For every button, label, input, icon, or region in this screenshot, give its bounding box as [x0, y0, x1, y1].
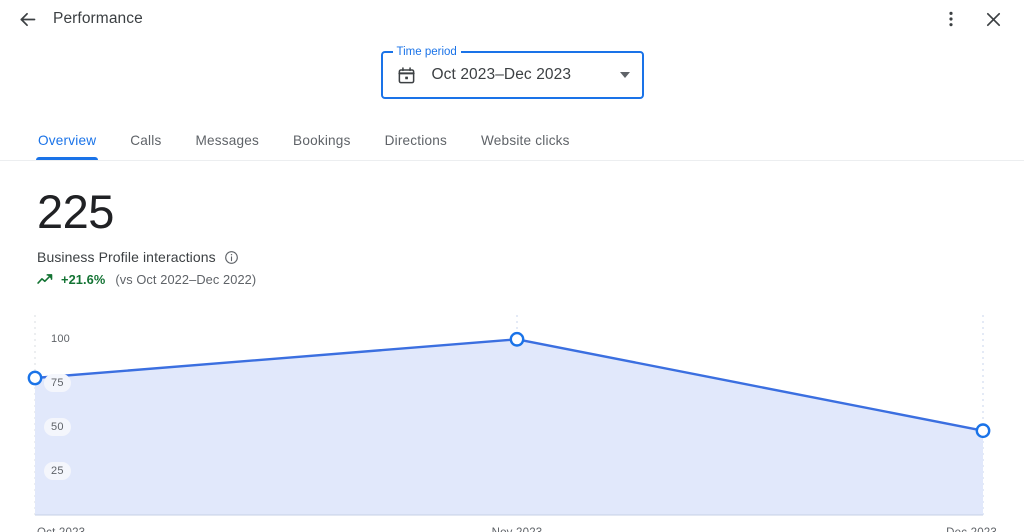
- metric-delta: +21.6%: [61, 272, 106, 287]
- time-period-value: Oct 2023–Dec 2023: [431, 66, 572, 83]
- metric-delta-row: +21.6% (vs Oct 2022–Dec 2022): [37, 272, 1024, 287]
- chart-y-tick-25: 25: [44, 462, 71, 481]
- app-bar: Performance: [0, 0, 1024, 38]
- chevron-down-icon: [619, 72, 630, 78]
- metric-value: 225: [37, 185, 114, 238]
- chart-y-tick-75: 75: [44, 374, 71, 393]
- tab-directions[interactable]: Directions: [385, 133, 447, 160]
- tab-website-clicks[interactable]: Website clicks: [481, 133, 570, 160]
- back-button[interactable]: [12, 4, 42, 34]
- time-period-legend: Time period: [392, 45, 461, 59]
- page-title: Performance: [53, 10, 143, 27]
- arrow-back-icon: [17, 9, 38, 30]
- chart-x-tick-dec-2023: Dec 2023: [946, 527, 997, 532]
- chart-point-oct-2023[interactable]: [27, 370, 43, 386]
- info-icon[interactable]: [224, 250, 239, 265]
- tab-calls[interactable]: Calls: [130, 133, 161, 160]
- close-button[interactable]: [978, 4, 1008, 34]
- more-options-button[interactable]: [936, 4, 966, 34]
- interactions-chart: 25 50 75 100 Oct 2023 Nov 2023 Dec 2023: [0, 303, 1024, 532]
- metric-compare-period: (vs Oct 2022–Dec 2022): [115, 272, 257, 287]
- tab-overview[interactable]: Overview: [35, 133, 99, 160]
- chart-point-dec-2023[interactable]: [975, 423, 991, 439]
- appbar-actions: [936, 4, 1008, 34]
- chart-x-tick-nov-2023: Nov 2023: [492, 527, 543, 532]
- time-period-section: Time period Oct 2023–Dec 2023: [0, 38, 1024, 99]
- chart-point-nov-2023[interactable]: [509, 331, 525, 347]
- tab-messages[interactable]: Messages: [195, 133, 259, 160]
- chart-y-tick-50: 50: [44, 418, 71, 437]
- trending-up-icon: [37, 273, 54, 286]
- metric-label-row: Business Profile interactions: [37, 249, 1024, 265]
- metric-label: Business Profile interactions: [37, 249, 216, 265]
- chart-x-tick-oct-2023: Oct 2023: [37, 527, 85, 532]
- chart-canvas: [27, 315, 991, 516]
- close-icon: [983, 9, 1004, 30]
- more-vert-icon: [941, 9, 961, 29]
- calendar-icon: [397, 66, 416, 85]
- metric-summary: 225 Business Profile interactions +21.6%…: [0, 161, 1024, 288]
- time-period-select[interactable]: Time period Oct 2023–Dec 2023: [380, 45, 644, 99]
- tab-bookings[interactable]: Bookings: [293, 133, 351, 160]
- chart-y-tick-100: 100: [51, 333, 70, 346]
- tab-bar: Overview Calls Messages Bookings Directi…: [0, 121, 1024, 161]
